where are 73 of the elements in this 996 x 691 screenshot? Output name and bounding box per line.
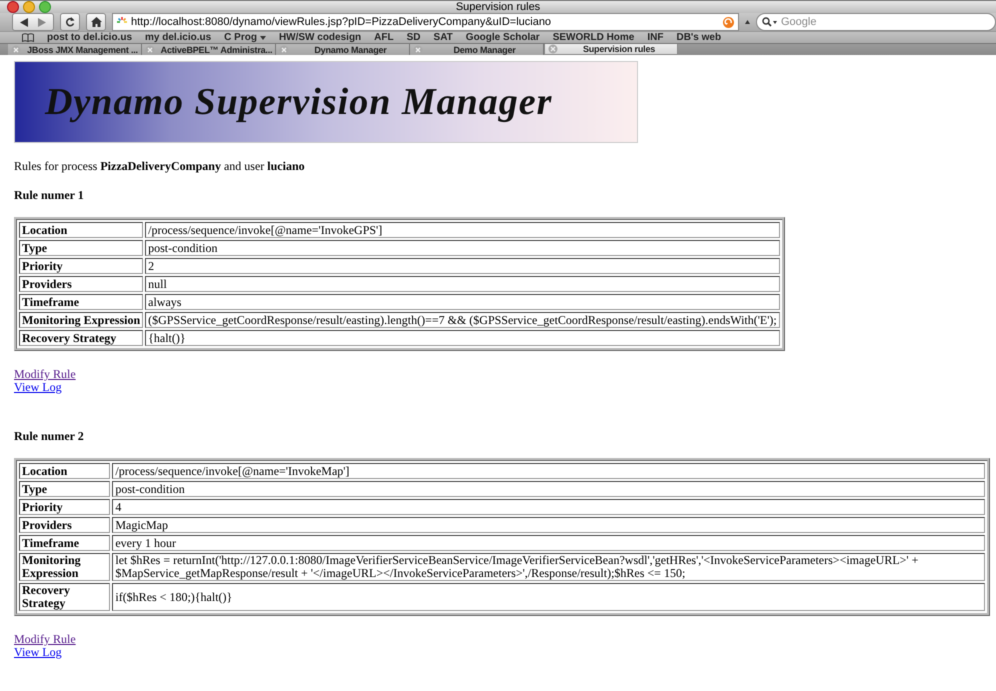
table-cell: /process/sequence/invoke[@name='InvokeGPS']: [145, 222, 780, 238]
browser-tab[interactable]: Supervision rules: [544, 44, 678, 55]
bookmark-link[interactable]: SD: [406, 32, 421, 43]
reload-button[interactable]: [60, 13, 80, 31]
search-field[interactable]: Google: [756, 13, 996, 31]
bookmark-menu[interactable]: C Prog: [224, 32, 266, 43]
row-label: Providers: [19, 517, 110, 533]
table-cell: if($hRes < 180;){halt()}: [112, 583, 985, 611]
rule-link[interactable]: Modify Rule: [14, 368, 76, 381]
row-label: Recovery Strategy: [19, 583, 110, 611]
browser-tab[interactable]: JBoss JMX Management ...: [8, 44, 142, 55]
table-cell: {halt()}: [145, 330, 780, 346]
table-cell: let $hRes = returnInt('http://127.0.0.1:8080/ImageVerifierServiceBeanService/ImageVerifierServiceBean?wsdl','getHRes','<InvokeServiceParameters><imageURL>' + $MapService_getMapResponse/result + '</imageURL></InvokeServiceParameters>',/Response/result);$hRes <= 150;: [112, 553, 985, 581]
bookmark-link[interactable]: DB's web: [676, 32, 722, 43]
forward-icon[interactable]: [37, 18, 46, 26]
tab-close-icon[interactable]: [145, 44, 155, 54]
caret-icon: [260, 36, 266, 40]
table-cell: 4: [112, 499, 985, 515]
banner-title: Dynamo Supervision Manager: [45, 80, 552, 124]
rule-heading: Rule numer 1: [14, 188, 85, 203]
bookmark-link[interactable]: SAT: [434, 32, 453, 43]
zoom-icon[interactable]: [39, 1, 51, 13]
back-forward-button[interactable]: [12, 13, 54, 31]
browser-tab[interactable]: Dynamo Manager: [276, 44, 410, 55]
back-icon[interactable]: [20, 18, 29, 26]
minimize-icon[interactable]: [23, 1, 35, 13]
browser-tab[interactable]: ActiveBPEL™ Administra...: [142, 44, 276, 55]
table-cell: always: [145, 294, 780, 310]
home-button[interactable]: [86, 13, 106, 31]
caret-icon[interactable]: [745, 20, 750, 24]
table-cell: MagicMap: [112, 517, 985, 533]
bookmark-link[interactable]: Google Scholar: [466, 32, 540, 43]
bookmark-link[interactable]: SEWORLD Home: [552, 32, 634, 43]
row-label: Monitoring Expression: [19, 553, 110, 581]
address-field[interactable]: http://localhost:8080/dynamo/viewRules.jsp?pID=PizzaDeliveryCompany&uID=luciano: [112, 13, 739, 31]
table-cell: /process/sequence/invoke[@name='InvokeMap']: [112, 463, 985, 479]
row-label: Location: [19, 222, 144, 238]
row-label: Timeframe: [19, 294, 144, 310]
tab-close-icon[interactable]: [413, 44, 423, 54]
row-label: Type: [19, 240, 144, 256]
table-cell: ($GPSService_getCoordResponse/result/easting).length()==7 && ($GPSService_getCoordResponse/result/easting).endsWith('E');: [145, 312, 780, 328]
table-cell: 2: [145, 258, 780, 274]
row-label: Priority: [19, 499, 110, 515]
home-icon: [90, 17, 102, 27]
window-title: Supervision rules: [456, 1, 540, 13]
intro-text: Rules for process PizzaDeliveryCompany and user luciano: [14, 159, 306, 174]
row-label: Type: [19, 481, 110, 497]
bookmarks-icon[interactable]: [22, 33, 34, 42]
rule-link[interactable]: View Log: [14, 381, 62, 394]
row-label: Location: [19, 463, 110, 479]
bookmark-link[interactable]: INF: [647, 32, 664, 43]
table-cell: every 1 hour: [112, 535, 985, 551]
row-label: Timeframe: [19, 535, 110, 551]
bookmark-link[interactable]: my del.icio.us: [145, 32, 212, 43]
bookmark-link[interactable]: HW/SW codesign: [278, 32, 362, 43]
bookmark-link[interactable]: AFL: [374, 32, 394, 43]
close-icon[interactable]: [7, 1, 19, 13]
browser-tab[interactable]: Demo Manager: [410, 44, 544, 55]
row-label: Priority: [19, 258, 144, 274]
table-cell: null: [145, 276, 780, 292]
search-icon: [762, 17, 777, 27]
rule-link[interactable]: Modify Rule: [14, 633, 76, 646]
row-label: Providers: [19, 276, 144, 292]
tab-close-icon[interactable]: [279, 44, 289, 54]
rule-link[interactable]: View Log: [14, 646, 62, 659]
table-cell: post-condition: [145, 240, 780, 256]
rule-heading: Rule numer 2: [14, 429, 85, 444]
row-label: Recovery Strategy: [19, 330, 144, 346]
tab-close-icon[interactable]: [548, 44, 558, 54]
reload-icon: [65, 17, 75, 27]
table-cell: post-condition: [112, 481, 985, 497]
bookmark-link[interactable]: post to del.icio.us: [47, 32, 132, 43]
row-label: Monitoring Expression: [19, 312, 144, 328]
